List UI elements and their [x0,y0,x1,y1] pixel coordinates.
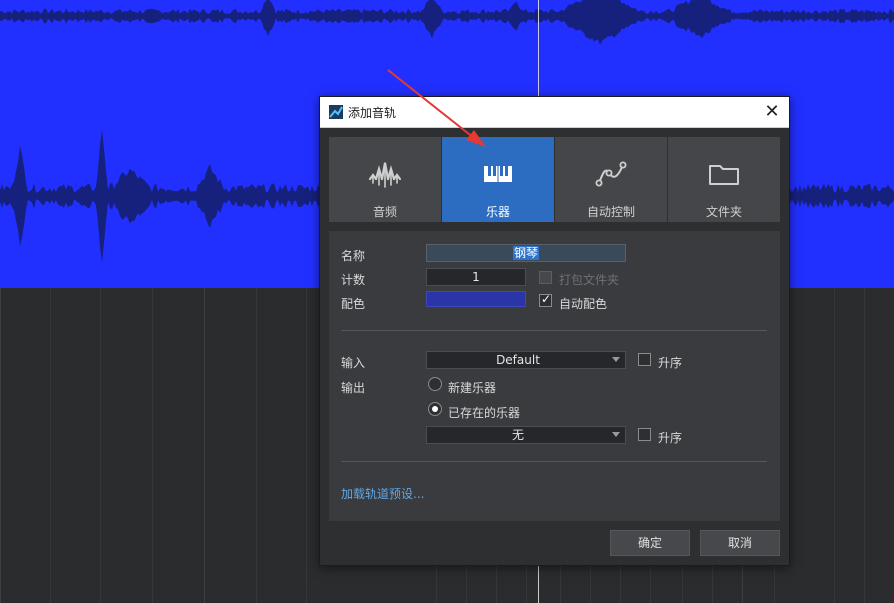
grid-line [50,288,51,603]
grid-line [864,288,865,603]
load-track-preset-link[interactable]: 加载轨道预设... [341,485,424,502]
tab-audio-label: 音频 [372,205,397,219]
existing-instrument-label: 已存在的乐器 [448,406,521,420]
grid-line [834,288,835,603]
track-type-tabs: 音频 乐器 自动控制 文件夹 [329,137,780,222]
tab-audio[interactable]: 音频 [329,137,441,222]
color-label: 配色 [341,297,366,311]
close-button[interactable]: ✕ [761,101,783,123]
cancel-button[interactable]: 取消 [700,530,780,556]
folder-icon [709,165,739,185]
audio-wave-icon [368,162,402,188]
new-instrument-radio[interactable] [428,377,442,391]
app-logo-icon [329,105,343,119]
add-track-dialog: 添加音轨 ✕ 音频 乐器 自动控制 文件夹 名称 钢琴 计数 1 打包文件夹 配… [319,96,790,566]
section-divider [341,461,767,462]
existing-instrument-radio[interactable] [428,402,442,416]
chevron-down-icon [612,357,620,362]
dialog-titlebar[interactable]: 添加音轨 ✕ [320,97,789,128]
name-field[interactable]: 钢琴 [426,244,626,262]
automation-curve-icon [595,161,627,187]
input-ascending-checkbox[interactable] [638,353,651,366]
name-field-value: 钢琴 [512,246,539,260]
tab-instrument[interactable]: 乐器 [442,137,554,222]
input-ascending-label: 升序 [658,356,683,370]
output-ascending-label: 升序 [658,431,683,445]
input-select[interactable]: Default [426,351,626,369]
output-label: 输出 [341,381,366,395]
grid-line [306,288,307,603]
piano-keys-icon [484,166,512,182]
grid-line [152,288,153,603]
new-instrument-label: 新建乐器 [448,381,497,395]
grid-line [256,288,257,603]
dialog-title: 添加音轨 [348,106,397,120]
pack-folder-checkbox[interactable] [539,271,552,284]
close-icon: ✕ [764,101,780,122]
output-select-value: 无 [511,428,524,442]
pack-folder-label: 打包文件夹 [559,273,620,287]
grid-line [0,288,1,603]
tab-folder-label: 文件夹 [705,205,742,219]
input-label: 输入 [341,356,366,370]
ok-button[interactable]: 确定 [610,530,690,556]
output-ascending-checkbox[interactable] [638,428,651,441]
auto-color-label: 自动配色 [559,297,608,311]
name-label: 名称 [341,249,366,263]
tab-folder[interactable]: 文件夹 [668,137,780,222]
input-select-value: Default [496,353,540,367]
chevron-down-icon [612,432,620,437]
tab-automation-label: 自动控制 [586,205,635,219]
auto-color-checkbox[interactable] [539,292,552,307]
section-divider [341,330,767,331]
grid-line [204,288,205,603]
grid-line [100,288,101,603]
tab-automation[interactable]: 自动控制 [555,137,667,222]
track-settings-panel: 名称 钢琴 计数 1 打包文件夹 配色 自动配色 输入 Default 升序 输… [329,231,780,521]
count-label: 计数 [341,273,366,287]
output-select[interactable]: 无 [426,426,626,444]
tab-instrument-label: 乐器 [485,205,510,219]
track-color-swatch[interactable] [426,291,526,307]
count-field[interactable]: 1 [426,268,526,286]
